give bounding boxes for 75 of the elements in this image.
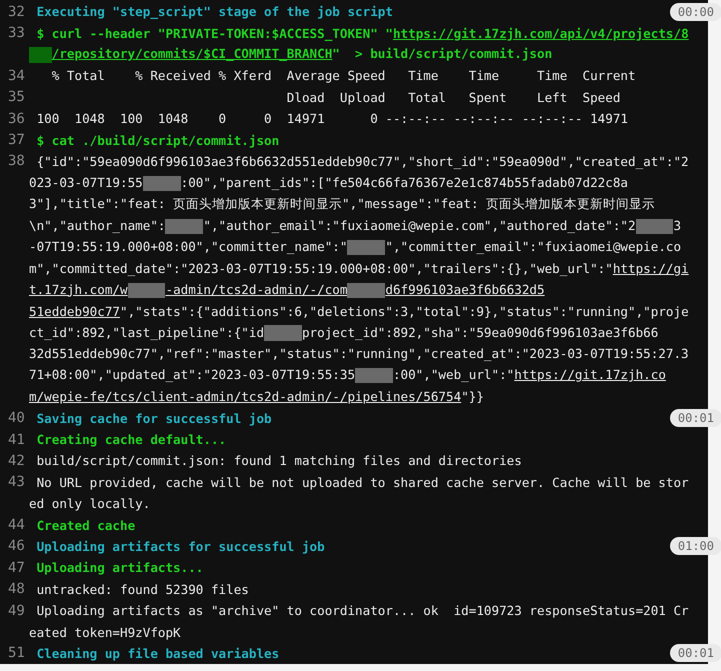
log-text: -07T19:55:19.000+08:00","committer_name":" bbox=[29, 238, 348, 254]
duration-badge: 00:00 bbox=[670, 2, 721, 21]
log-text: \n","author_name": bbox=[29, 218, 166, 233]
log-link[interactable]: https://git.17zjh.com/api/v4/projects/8 bbox=[392, 26, 689, 41]
log-text: $ curl --header "PRIVATE-TOKEN:$ACCESS_TOKEN" " bbox=[36, 26, 393, 41]
line-number: 33 bbox=[7, 25, 26, 42]
log-text: {"id":"59ea090d6f996103ae3f6b6632d551eddeb90c77","short_id":"59ea090d","created_at":"2 bbox=[36, 154, 689, 169]
log-text: :00","web_url":" bbox=[392, 367, 514, 382]
log-link[interactable]: d6f996103ae3f6b6632d5 bbox=[385, 282, 545, 297]
line-number: 51 bbox=[7, 645, 26, 662]
log-text: ed only locally. bbox=[29, 496, 150, 512]
log-text: "}} bbox=[461, 389, 484, 404]
log-text: 023-03-07T19:55 bbox=[29, 174, 143, 190]
log-link[interactable]: -admin/tcs2d-admin/-/com bbox=[165, 282, 348, 297]
blurred-redaction bbox=[347, 240, 386, 256]
log-text: ct_id":892,"last_pipeline":{"id bbox=[29, 324, 264, 340]
line-number: 36 bbox=[7, 110, 26, 127]
log-link[interactable]: t.17zjh.com/w bbox=[29, 282, 128, 297]
log-link[interactable]: https://git.17zjh.co bbox=[514, 367, 666, 382]
line-number: 38 bbox=[7, 153, 26, 170]
log-text: ","author_email":"fuxiaomei@wepie.com","authored_date":"2 bbox=[203, 218, 636, 233]
duration-badge: 00:01 bbox=[670, 409, 721, 428]
log-text: project_id":892,"sha":"59ea090d6f996103ae3f6b66 bbox=[302, 324, 658, 340]
log-text: Uploading artifacts as "archive" to coordinator... ok id=109723 responseStatus=201 Cr bbox=[36, 603, 689, 618]
line-number: 46 bbox=[7, 538, 26, 554]
log-text: Uploading artifacts for successful job bbox=[36, 538, 325, 554]
log-text: % Total % Received % Xferd Average Speed Time Time Time Current bbox=[50, 68, 636, 84]
line-number: 49 bbox=[7, 602, 26, 619]
log-link[interactable]: /repository/commits/$CI_COMMIT_BRANCH bbox=[52, 46, 332, 62]
log-text: 71+08:00","updated_at":"2023-03-07T19:55:35 bbox=[29, 367, 356, 382]
log-text: 100 1048 100 1048 0 0 14971 0 --:--:-- --:--:-- --:--:-- 14971 bbox=[36, 111, 628, 126]
log-text: :00","parent_ids":["fe504c66fa76367e2e1c874b55fadab07d22c8a bbox=[180, 174, 628, 190]
log-text: Cleaning up file based variables bbox=[36, 646, 280, 661]
log-text: No URL provided, cache will be not uploaded to shared cache server. Cache will be stor bbox=[36, 474, 689, 490]
log-text: eated token=H9zVfopK bbox=[29, 624, 181, 640]
blurred-redaction bbox=[347, 282, 386, 298]
line-number: 44 bbox=[7, 517, 26, 534]
log-text: 32d551eddeb90c77","ref":"master","status":"running","created_at":"2023-03-07T19:55:27.3 bbox=[29, 346, 689, 362]
blurred-redaction bbox=[355, 368, 393, 384]
log-text: build/script/commit.json: found 1 matching files and directories bbox=[36, 453, 522, 468]
line-number: 48 bbox=[7, 581, 26, 598]
blurred-redaction bbox=[264, 325, 302, 341]
log-text: Created cache bbox=[36, 518, 136, 533]
log-text: untracked: found 52390 files bbox=[36, 582, 249, 597]
log-text: m","committed_date":"2023-03-07T19:55:19.000+08:00","trailers":{},"web_url":" bbox=[29, 260, 613, 276]
line-number: 42 bbox=[7, 452, 26, 469]
duration-badge: 01:00 bbox=[670, 537, 721, 556]
log-text: 3"],"title":"feat: 页面头增加版本更新时间显示","message":"feat: 页面头增加版本更新时间显示 bbox=[29, 196, 656, 211]
duration-badge: 00:01 bbox=[670, 644, 721, 662]
blurred-redaction bbox=[165, 218, 204, 234]
line-number: 35 bbox=[7, 89, 26, 106]
log-text: " > build/script/commit.json bbox=[332, 46, 552, 62]
line-number: 47 bbox=[7, 560, 26, 576]
log-link[interactable]: https://gi bbox=[612, 260, 689, 276]
line-number: 43 bbox=[7, 474, 26, 490]
log-text: Saving cache for successful job bbox=[36, 410, 272, 426]
blurred-redaction bbox=[636, 218, 674, 234]
blurred-redaction bbox=[29, 47, 52, 63]
log-text: 3 bbox=[673, 218, 682, 233]
line-number: 41 bbox=[7, 432, 26, 448]
blurred-redaction bbox=[142, 176, 181, 191]
log-link[interactable]: m/wepie-fe/tcs/client-admin/tcs2d-admin/-/pipelines/56754 bbox=[29, 389, 462, 404]
log-text: ","stats":{"additions":6,"deletions":3,"total":9},"status":"running","proje bbox=[120, 304, 689, 319]
line-number: 34 bbox=[7, 68, 26, 84]
log-text: Uploading artifacts... bbox=[36, 560, 204, 576]
blurred-redaction bbox=[128, 282, 166, 298]
line-number: 37 bbox=[7, 132, 26, 148]
log-text: ","committer_email":"fuxiaomei@wepie.co bbox=[385, 238, 682, 254]
log-text: Dload Upload Total Spent Left Speed bbox=[286, 90, 620, 105]
log-text: $ cat ./build/script/commit.json bbox=[36, 132, 280, 148]
log-text: Creating cache default... bbox=[36, 432, 226, 447]
log-text: Executing "step_script" stage of the job script bbox=[36, 4, 393, 20]
line-number: 32 bbox=[7, 4, 26, 20]
log-link[interactable]: 51eddeb90c77 bbox=[29, 304, 120, 319]
line-number: 40 bbox=[7, 410, 26, 426]
